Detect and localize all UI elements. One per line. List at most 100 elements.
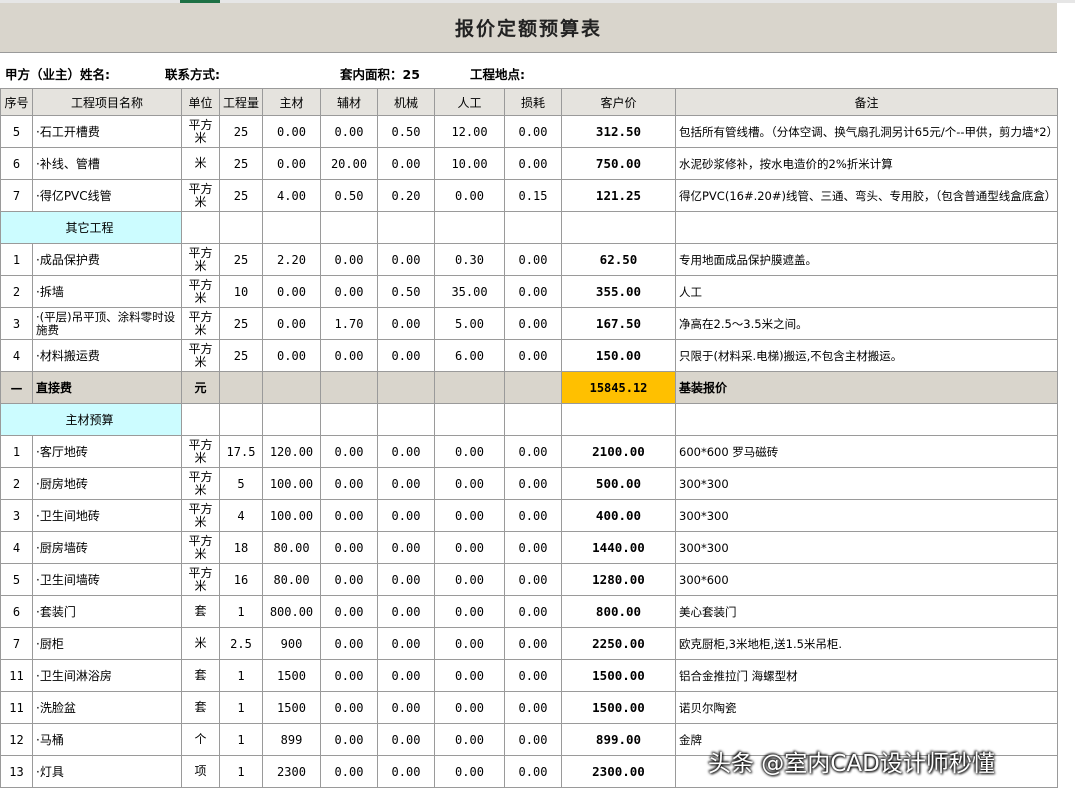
- empty-cell[interactable]: [219, 371, 263, 404]
- main-material-cell[interactable]: 0.00: [262, 275, 321, 308]
- main-material-cell[interactable]: 0.00: [262, 339, 321, 372]
- machinery-cell[interactable]: 0.50: [377, 275, 435, 308]
- client-price-cell[interactable]: 1440.00: [561, 531, 676, 564]
- row-number-cell[interactable]: 6: [0, 147, 33, 180]
- loss-cell[interactable]: 0.00: [504, 627, 562, 660]
- empty-cell[interactable]: [561, 211, 676, 244]
- empty-cell[interactable]: [262, 403, 321, 436]
- aux-material-cell[interactable]: 0.00: [320, 243, 378, 276]
- item-name-cell[interactable]: ·成品保护费: [32, 243, 182, 276]
- aux-material-cell[interactable]: 0.00: [320, 435, 378, 468]
- aux-material-cell[interactable]: 0.00: [320, 275, 378, 308]
- quantity-cell[interactable]: 16: [219, 563, 263, 596]
- item-name-cell[interactable]: ·灯具: [32, 755, 182, 788]
- empty-cell[interactable]: [434, 403, 505, 436]
- loss-cell[interactable]: 0.00: [504, 659, 562, 692]
- client-price-cell[interactable]: 312.50: [561, 115, 676, 148]
- note-cell[interactable]: 得亿PVC(16#.20#)线管、三通、弯头、专用胶，（包含普通型线盒底盒）: [675, 179, 1058, 212]
- row-number-cell[interactable]: 5: [0, 115, 33, 148]
- item-name-cell[interactable]: ·材料搬运费: [32, 339, 182, 372]
- labor-cell[interactable]: 10.00: [434, 147, 505, 180]
- main-material-cell[interactable]: 0.00: [262, 147, 321, 180]
- header-cell[interactable]: 主材: [262, 88, 321, 116]
- row-number-cell[interactable]: 4: [0, 339, 33, 372]
- item-name-cell[interactable]: ·厨柜: [32, 627, 182, 660]
- empty-cell[interactable]: [377, 371, 435, 404]
- main-material-cell[interactable]: 100.00: [262, 499, 321, 532]
- row-number-cell[interactable]: 2: [0, 275, 33, 308]
- loss-cell[interactable]: 0.00: [504, 467, 562, 500]
- aux-material-cell[interactable]: 0.00: [320, 531, 378, 564]
- item-name-cell[interactable]: 直接费: [32, 371, 182, 404]
- aux-material-cell[interactable]: 0.00: [320, 339, 378, 372]
- machinery-cell[interactable]: 0.00: [377, 307, 435, 340]
- section-title-cell[interactable]: 其它工程: [0, 211, 182, 244]
- machinery-cell[interactable]: 0.00: [377, 243, 435, 276]
- client-price-cell[interactable]: 500.00: [561, 467, 676, 500]
- aux-material-cell[interactable]: 0.00: [320, 595, 378, 628]
- note-cell[interactable]: 基装报价: [675, 371, 1058, 404]
- client-price-cell[interactable]: 2250.00: [561, 627, 676, 660]
- row-number-cell[interactable]: 5: [0, 563, 33, 596]
- row-number-cell[interactable]: —: [0, 371, 33, 404]
- quantity-cell[interactable]: 2.5: [219, 627, 263, 660]
- unit-cell[interactable]: 平方米: [181, 307, 220, 340]
- main-material-cell[interactable]: 900: [262, 627, 321, 660]
- loss-cell[interactable]: 0.00: [504, 531, 562, 564]
- section-title-cell[interactable]: 主材预算: [0, 403, 182, 436]
- loss-cell[interactable]: 0.00: [504, 435, 562, 468]
- quantity-cell[interactable]: 25: [219, 179, 263, 212]
- info-row[interactable]: 甲方（业主）姓名: 联系方式: 套内面积：25 工程地点:: [0, 53, 1057, 89]
- item-name-cell[interactable]: ·洗脸盆: [32, 691, 182, 724]
- client-price-cell[interactable]: 2300.00: [561, 755, 676, 788]
- empty-cell[interactable]: [434, 211, 505, 244]
- unit-cell[interactable]: 项: [181, 755, 220, 788]
- row-number-cell[interactable]: 1: [0, 243, 33, 276]
- loss-cell[interactable]: 0.00: [504, 563, 562, 596]
- note-cell[interactable]: 300*600: [675, 563, 1058, 596]
- aux-material-cell[interactable]: 20.00: [320, 147, 378, 180]
- machinery-cell[interactable]: 0.00: [377, 147, 435, 180]
- quantity-cell[interactable]: 1: [219, 723, 263, 756]
- row-number-cell[interactable]: 3: [0, 307, 33, 340]
- row-number-cell[interactable]: 7: [0, 179, 33, 212]
- labor-cell[interactable]: 0.00: [434, 723, 505, 756]
- header-cell[interactable]: 单位: [181, 88, 220, 116]
- empty-cell[interactable]: [675, 403, 1058, 436]
- unit-cell[interactable]: 平方米: [181, 275, 220, 308]
- note-cell[interactable]: 600*600 罗马磁砖: [675, 435, 1058, 468]
- client-price-cell[interactable]: 1500.00: [561, 691, 676, 724]
- row-number-cell[interactable]: 13: [0, 755, 33, 788]
- main-material-cell[interactable]: 800.00: [262, 595, 321, 628]
- machinery-cell[interactable]: 0.50: [377, 115, 435, 148]
- header-cell[interactable]: 备注: [675, 88, 1058, 116]
- unit-cell[interactable]: 平方米: [181, 563, 220, 596]
- empty-cell[interactable]: [504, 371, 562, 404]
- item-name-cell[interactable]: ·卫生间淋浴房: [32, 659, 182, 692]
- note-cell[interactable]: 美心套装门: [675, 595, 1058, 628]
- empty-cell[interactable]: [377, 211, 435, 244]
- item-name-cell[interactable]: ·厨房墙砖: [32, 531, 182, 564]
- aux-material-cell[interactable]: 0.00: [320, 723, 378, 756]
- loss-cell[interactable]: 0.00: [504, 499, 562, 532]
- loss-cell[interactable]: 0.00: [504, 243, 562, 276]
- client-price-cell[interactable]: 167.50: [561, 307, 676, 340]
- unit-cell[interactable]: 套: [181, 595, 220, 628]
- quantity-cell[interactable]: 25: [219, 243, 263, 276]
- loss-cell[interactable]: 0.00: [504, 755, 562, 788]
- client-price-cell[interactable]: 62.50: [561, 243, 676, 276]
- machinery-cell[interactable]: 0.00: [377, 755, 435, 788]
- quantity-cell[interactable]: 1: [219, 595, 263, 628]
- unit-cell[interactable]: 平方米: [181, 499, 220, 532]
- item-name-cell[interactable]: ·卫生间地砖: [32, 499, 182, 532]
- note-cell[interactable]: 水泥砂浆修补，按水电造价的2%折米计算: [675, 147, 1058, 180]
- empty-cell[interactable]: [262, 371, 321, 404]
- machinery-cell[interactable]: 0.00: [377, 723, 435, 756]
- main-material-cell[interactable]: 2.20: [262, 243, 321, 276]
- aux-material-cell[interactable]: 0.00: [320, 659, 378, 692]
- empty-cell[interactable]: [219, 211, 263, 244]
- row-number-cell[interactable]: 7: [0, 627, 33, 660]
- item-name-cell[interactable]: ·石工开槽费: [32, 115, 182, 148]
- labor-cell[interactable]: 0.00: [434, 467, 505, 500]
- item-name-cell[interactable]: ·拆墙: [32, 275, 182, 308]
